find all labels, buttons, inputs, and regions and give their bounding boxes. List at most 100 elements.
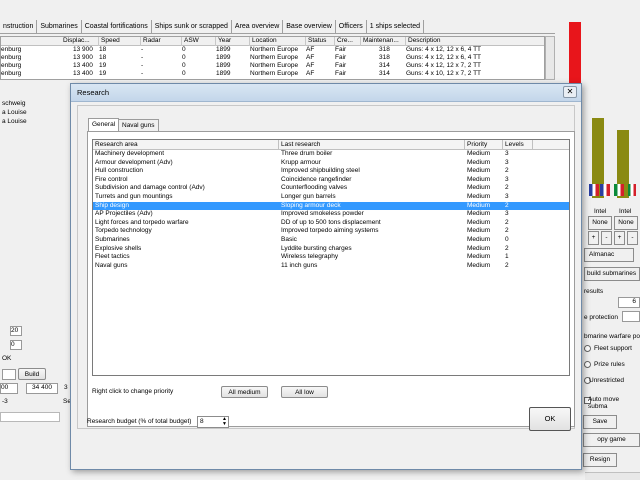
resign-button[interactable]: Resign: [583, 453, 617, 467]
research-cell-last: DD of up to 500 tons displacement: [281, 218, 381, 226]
top-tab[interactable]: Base overview: [283, 20, 336, 33]
save-button[interactable]: Save: [583, 415, 617, 429]
ship-cell-displ: 13 900: [73, 46, 93, 53]
research-row[interactable]: Light forces and torpedo warfare DD of up…: [93, 219, 569, 228]
research-cell-priority: Medium: [467, 253, 491, 261]
fleet-support-radio[interactable]: [584, 345, 591, 352]
close-icon[interactable]: ✕: [563, 86, 577, 98]
ship-cell-name: enburg: [1, 54, 22, 61]
intel-minus-2[interactable]: -: [627, 231, 638, 245]
protection-field[interactable]: [622, 311, 640, 322]
all-low-button[interactable]: All low: [281, 386, 328, 398]
research-cell-priority: Medium: [467, 192, 491, 200]
ship-cell-speed: 19: [99, 70, 107, 77]
research-cell-area: AP Projectiles (Adv): [95, 210, 153, 218]
ship-table-col[interactable]: Description: [406, 37, 544, 46]
ship-table-col[interactable]: Year: [216, 37, 250, 46]
ship-table-col[interactable]: Speed: [99, 37, 141, 46]
ship-table-col[interactable]: Displac...: [61, 37, 99, 46]
intel-select-1[interactable]: None: [588, 216, 612, 230]
dialog-title-bar[interactable]: Research ✕: [71, 84, 581, 102]
auto-move-label: Auto move subma: [588, 396, 620, 410]
ship-cell-desc: Guns: 4 x 12, 12 x 6, 4 TT: [406, 46, 482, 53]
research-cell-level: 3: [505, 192, 509, 200]
ship-cell-displ: 13 400: [73, 70, 93, 77]
ship-table-header: Displac... Speed Radar ASW Year Location Statu…: [1, 37, 544, 46]
results-field[interactable]: 6: [618, 297, 640, 308]
research-cell-area: Fire control: [95, 175, 128, 183]
research-row[interactable]: Naval guns 11 inch guns Medium 2: [93, 262, 569, 271]
left-name-1: schweig: [2, 100, 26, 107]
top-tab[interactable]: 1 ships selected: [367, 20, 424, 33]
research-row[interactable]: Submarines Basic Medium 0: [93, 236, 569, 245]
ship-table-row[interactable]: enburg 13 400 19 - 0 1899 Northern Europe AF Fai…: [1, 70, 544, 78]
ship-cell-status: AF: [306, 62, 315, 69]
ship-cell-speed: 19: [99, 62, 107, 69]
research-row[interactable]: Explosive shells Lyddite bursting charges…: [93, 245, 569, 254]
col-levels[interactable]: Levels: [503, 140, 533, 150]
left-bottom-field: [0, 412, 60, 422]
ship-table-scrollbar[interactable]: [545, 36, 555, 80]
spinner-down-icon[interactable]: ▼: [222, 422, 227, 427]
research-cell-level: 2: [505, 261, 509, 269]
ship-cell-year: 1899: [216, 54, 231, 61]
research-row[interactable]: Subdivision and damage control (Adv) Coun…: [93, 184, 569, 193]
research-row[interactable]: Ship design Sloping armour deck Medium 2: [93, 201, 569, 211]
top-tab-strip: nstruction Submarines Coastal fortificatio…: [0, 20, 555, 34]
research-row[interactable]: Torpedo technology Improved torpedo aimin…: [93, 227, 569, 236]
research-cell-area: Naval guns: [95, 261, 128, 269]
ship-cell-year: 1899: [216, 62, 231, 69]
col-research-area[interactable]: Research area: [93, 140, 279, 150]
ship-table-col[interactable]: Cre...: [335, 37, 361, 46]
all-medium-button[interactable]: All medium: [221, 386, 268, 398]
cost-field-a: 00: [0, 383, 18, 394]
ok-button[interactable]: OK: [529, 407, 571, 431]
copy-game-button[interactable]: opy game: [583, 433, 640, 447]
left-input[interactable]: [2, 369, 16, 380]
research-row[interactable]: Machinery development Three drum boiler Me…: [93, 150, 569, 159]
left-value-2[interactable]: 0: [10, 340, 22, 350]
budget-spinner[interactable]: 8 ▲ ▼: [197, 416, 229, 428]
intel-select-2[interactable]: None: [614, 216, 638, 230]
ship-table-row[interactable]: enburg 13 400 19 - 0 1899 Northern Europe AF Fai…: [1, 62, 544, 70]
top-tab[interactable]: nstruction: [0, 20, 38, 33]
ship-table-col[interactable]: Location: [250, 37, 306, 46]
unrestricted-label: Unrestricted: [589, 377, 625, 384]
top-tab[interactable]: Area overview: [232, 20, 284, 33]
ship-table-col[interactable]: Status: [306, 37, 335, 46]
ship-cell-year: 1899: [216, 70, 231, 77]
left-value-1[interactable]: 20: [10, 326, 22, 336]
research-cell-priority: Medium: [467, 150, 491, 157]
budget-label: Research budget (% of total budget): [87, 418, 192, 425]
research-row[interactable]: Fire control Coincidence rangefinder Mediu…: [93, 176, 569, 185]
col-last-research[interactable]: Last research: [279, 140, 465, 150]
research-cell-last: Krupp armour: [281, 158, 321, 166]
research-row[interactable]: Hull construction Improved shipbuilding s…: [93, 167, 569, 176]
research-cell-level: 2: [505, 227, 509, 235]
ship-cell-loc: Northern Europe: [250, 70, 299, 77]
build-submarines-button[interactable]: build submarines: [584, 267, 640, 281]
top-tab[interactable]: Ships sunk or scrapped: [152, 20, 232, 33]
tab-general[interactable]: General: [88, 118, 120, 132]
top-tab[interactable]: Coastal fortifications: [82, 20, 152, 33]
top-tab[interactable]: Submarines: [37, 20, 82, 33]
ship-table-row[interactable]: enburg 13 900 18 - 0 1899 Northern Europe AF Fai…: [1, 46, 544, 54]
research-row[interactable]: AP Projectiles (Adv) Improved smokeless p…: [93, 210, 569, 219]
intel-minus-1[interactable]: -: [601, 231, 612, 245]
intel-plus-2[interactable]: +: [614, 231, 625, 245]
prize-rules-radio[interactable]: [584, 361, 591, 368]
ship-table-col[interactable]: Radar: [141, 37, 182, 46]
research-row[interactable]: Fleet tactics Wireless telegraphy Medium 1: [93, 253, 569, 262]
research-cell-last: Lyddite bursting charges: [281, 244, 352, 252]
intel-plus-1[interactable]: +: [588, 231, 599, 245]
research-row[interactable]: Armour development (Adv) Krupp armour Medi…: [93, 159, 569, 168]
almanac-button[interactable]: Almanac: [584, 248, 634, 262]
ship-table-col[interactable]: ASW: [182, 37, 216, 46]
ship-table-row[interactable]: enburg 13 900 18 - 0 1899 Northern Europe AF Fai…: [1, 54, 544, 62]
col-priority[interactable]: Priority: [465, 140, 503, 150]
build-button[interactable]: Build: [18, 368, 46, 380]
research-cell-level: 2: [505, 201, 509, 209]
research-row[interactable]: Turrets and gun mountings Longer gun barr…: [93, 193, 569, 202]
top-tab[interactable]: Officers: [336, 20, 367, 33]
ship-table-col[interactable]: Maintenan...: [361, 37, 406, 46]
